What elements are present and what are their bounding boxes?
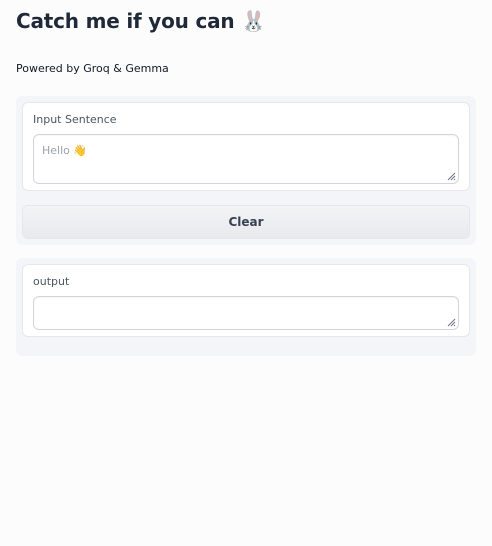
input-block: Input Sentence Hello 👋: [22, 102, 470, 191]
input-textarea[interactable]: Hello 👋: [33, 134, 459, 184]
input-label: Input Sentence: [33, 113, 117, 126]
input-placeholder: Hello 👋: [42, 144, 88, 157]
output-textarea[interactable]: [33, 296, 459, 330]
clear-button[interactable]: Clear: [22, 205, 470, 239]
resize-handle-icon[interactable]: [446, 317, 456, 327]
output-block: output: [22, 264, 470, 337]
input-panel: Input Sentence Hello 👋 Clear: [16, 96, 476, 245]
output-panel: output: [16, 258, 476, 356]
resize-handle-icon[interactable]: [446, 171, 456, 181]
page: Catch me if you can 🐰 Powered by Groq & …: [0, 0, 492, 546]
page-title: Catch me if you can 🐰: [16, 9, 266, 33]
page-subtitle: Powered by Groq & Gemma: [16, 62, 169, 75]
output-label: output: [33, 275, 70, 288]
